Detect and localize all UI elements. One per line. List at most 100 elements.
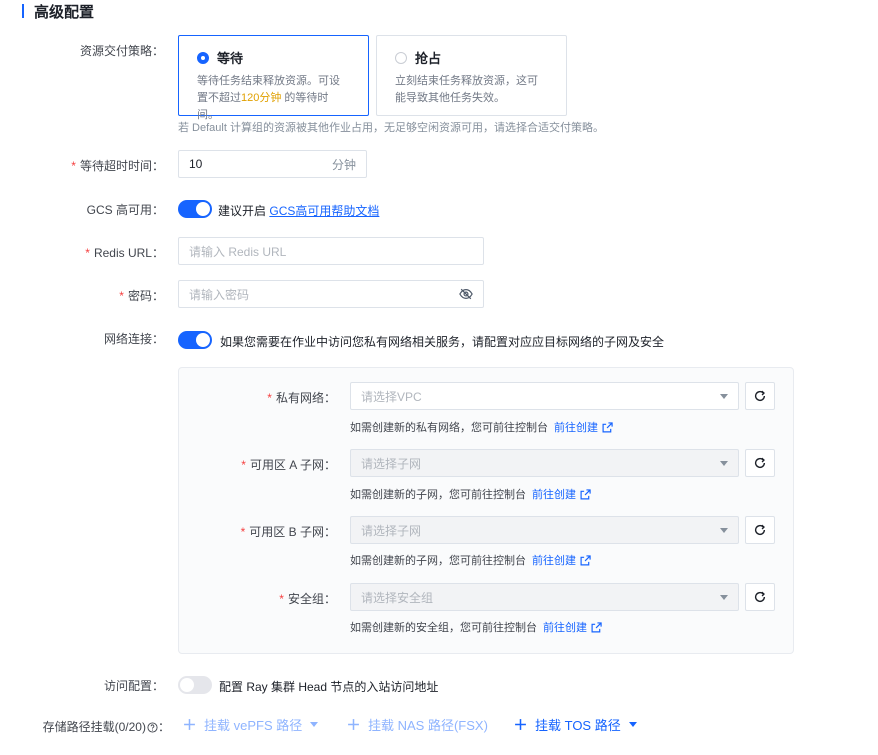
security-group-label-text: 安全组 — [287, 592, 324, 606]
access-config-toggle[interactable] — [178, 676, 212, 694]
caret-down-icon — [720, 527, 728, 533]
caret-down-icon — [720, 594, 728, 600]
gcs-help-doc-link[interactable]: GCS高可用帮助文档 — [269, 204, 379, 218]
gcs-toggle[interactable] — [178, 200, 212, 218]
required-mark: * — [240, 525, 246, 539]
section-header: 高级配置 — [22, 2, 95, 21]
subnet-b-select[interactable]: 请选择子网 — [350, 516, 739, 544]
subnet-b-refresh-button[interactable] — [745, 516, 775, 544]
timeout-value: 10 — [189, 157, 203, 171]
storage-mount-label-text: 存储路径挂载(0/20) — [42, 720, 146, 734]
timeout-input[interactable]: 10 分钟 — [178, 150, 367, 178]
timeout-label: * 等待超时时间： — [71, 159, 164, 173]
vpc-select[interactable]: 请选择VPC — [350, 382, 739, 410]
required-mark: * — [279, 592, 284, 606]
required-mark: * — [119, 289, 124, 303]
subnet-b-label-text: 可用区 B 子网 — [249, 525, 324, 539]
mount-tos-label: 挂载 TOS 路径 — [535, 718, 621, 733]
plus-icon — [347, 718, 360, 731]
storage-mount-label: 存储路径挂载(0/20)： — [42, 720, 170, 736]
access-config-label-text: 访问配置 — [103, 679, 152, 693]
mount-tos-button[interactable]: 挂载 TOS 路径 — [514, 715, 637, 734]
security-group-select[interactable]: 请选择安全组 — [350, 583, 739, 611]
vpc-refresh-button[interactable] — [745, 382, 775, 410]
plus-icon — [183, 718, 196, 731]
subnet-b-placeholder: 请选择子网 — [361, 523, 422, 538]
timeout-unit: 分钟 — [331, 157, 356, 172]
vpc-label: * 私有网络： — [267, 391, 336, 405]
network-toggle[interactable] — [178, 331, 212, 349]
section-title: 高级配置 — [34, 3, 95, 21]
security-group-create-link[interactable]: 前往创建 — [543, 619, 587, 635]
timeout-label-text: 等待超时时间 — [79, 159, 152, 173]
password-label-text: 密码 — [127, 289, 152, 303]
section-accent-bar — [22, 4, 24, 18]
subnet-a-select[interactable]: 请选择子网 — [350, 449, 739, 477]
gcs-description: 建议开启 GCS高可用帮助文档 — [218, 202, 379, 219]
mount-nas-button[interactable]: 挂载 NAS 路径(FSX) — [347, 715, 488, 734]
subnet-a-create-link[interactable]: 前往创建 — [532, 486, 576, 502]
subnet-a-label: * 可用区 A 子网： — [241, 458, 336, 472]
network-label-text: 网络连接 — [103, 332, 152, 346]
toggle-knob — [180, 678, 194, 692]
refresh-icon — [754, 524, 766, 536]
plus-icon — [514, 718, 527, 731]
caret-down-icon — [310, 722, 319, 727]
redis-url-placeholder: 请输入 Redis URL — [189, 244, 287, 259]
toggle-knob — [196, 202, 210, 216]
vpc-create-link[interactable]: 前往创建 — [554, 419, 598, 435]
network-description: 如果您需要在作业中访问您私有网络相关服务，请配置对应应目标网络的子网及安全 — [220, 335, 665, 349]
subnet-a-label-text: 可用区 A 子网 — [249, 458, 324, 472]
radio-unselected-icon — [395, 51, 407, 64]
caret-down-icon — [628, 722, 637, 727]
required-mark: * — [85, 246, 90, 260]
subnet-b-label: * 可用区 B 子网： — [240, 525, 336, 539]
refresh-icon — [754, 457, 766, 469]
subnet-b-create-link[interactable]: 前往创建 — [532, 552, 576, 568]
delivery-option-wait-title: 等待 — [217, 51, 244, 66]
external-link-icon[interactable] — [580, 488, 591, 500]
required-mark: * — [71, 159, 76, 173]
refresh-icon — [754, 390, 766, 402]
mount-nas-label: 挂载 NAS 路径(FSX) — [368, 718, 488, 733]
access-config-description: 配置 Ray 集群 Head 节点的入站访问地址 — [219, 680, 439, 694]
delivery-strategy-hint: 若 Default 计算组的资源被其他作业占用，无足够空闲资源可用，请选择合适交… — [178, 122, 604, 134]
security-group-refresh-button[interactable] — [745, 583, 775, 611]
security-group-placeholder: 请选择安全组 — [361, 590, 434, 605]
vpc-hint-text: 如需创建新的私有网络，您可前往控制台 — [350, 422, 548, 434]
redis-url-label: * Redis URL： — [85, 246, 164, 260]
wait-desc-highlight: 120分钟 — [241, 92, 282, 104]
radio-selected-icon — [197, 51, 209, 64]
refresh-icon — [754, 591, 766, 603]
required-mark: * — [241, 458, 246, 472]
security-group-label: * 安全组： — [279, 592, 336, 606]
subnet-b-hint-text: 如需创建新的子网，您可前往控制台 — [350, 555, 526, 567]
delivery-strategy-label: 资源交付策略： — [79, 44, 164, 58]
subnet-a-hint-text: 如需创建新的子网，您可前往控制台 — [350, 489, 526, 501]
delivery-strategy-label-text: 资源交付策略 — [79, 44, 152, 58]
network-label: 网络连接： — [103, 332, 164, 346]
password-label: * 密码： — [119, 289, 164, 303]
caret-down-icon — [720, 393, 728, 399]
delivery-option-wait[interactable]: 等待 等待任务结束释放资源。可设置不超过120分钟 的等待时间。 — [178, 35, 369, 121]
delivery-option-wait-desc: 等待任务结束释放资源。可设置不超过120分钟 的等待时间。 — [197, 73, 350, 124]
security-group-hint-text: 如需创建新的安全组，您可前往控制台 — [350, 622, 537, 634]
external-link-icon[interactable] — [602, 421, 613, 433]
delivery-option-preempt[interactable]: 抢占 立刻结束任务释放资源，这可能导致其他任务失效。 — [376, 35, 567, 116]
password-input[interactable]: 请输入密码 — [178, 280, 484, 308]
toggle-knob — [196, 333, 210, 347]
external-link-icon[interactable] — [591, 621, 602, 633]
redis-url-label-text: Redis URL — [93, 246, 152, 260]
subnet-a-refresh-button[interactable] — [745, 449, 775, 477]
external-link-icon[interactable] — [580, 554, 591, 566]
mount-vepfs-button[interactable]: 挂载 vePFS 路径 — [183, 715, 319, 734]
gcs-text: 建议开启 — [218, 204, 267, 218]
help-circle-icon[interactable] — [147, 722, 158, 736]
vpc-placeholder: 请选择VPC — [361, 389, 422, 404]
eye-hidden-icon[interactable] — [459, 287, 473, 301]
vpc-label-text: 私有网络 — [275, 391, 324, 405]
gcs-label: GCS 高可用： — [86, 203, 164, 217]
subnet-a-placeholder: 请选择子网 — [361, 456, 422, 471]
security-group-hint: 如需创建新的安全组，您可前往控制台 前往创建 — [350, 619, 602, 635]
redis-url-input[interactable]: 请输入 Redis URL — [178, 237, 484, 265]
